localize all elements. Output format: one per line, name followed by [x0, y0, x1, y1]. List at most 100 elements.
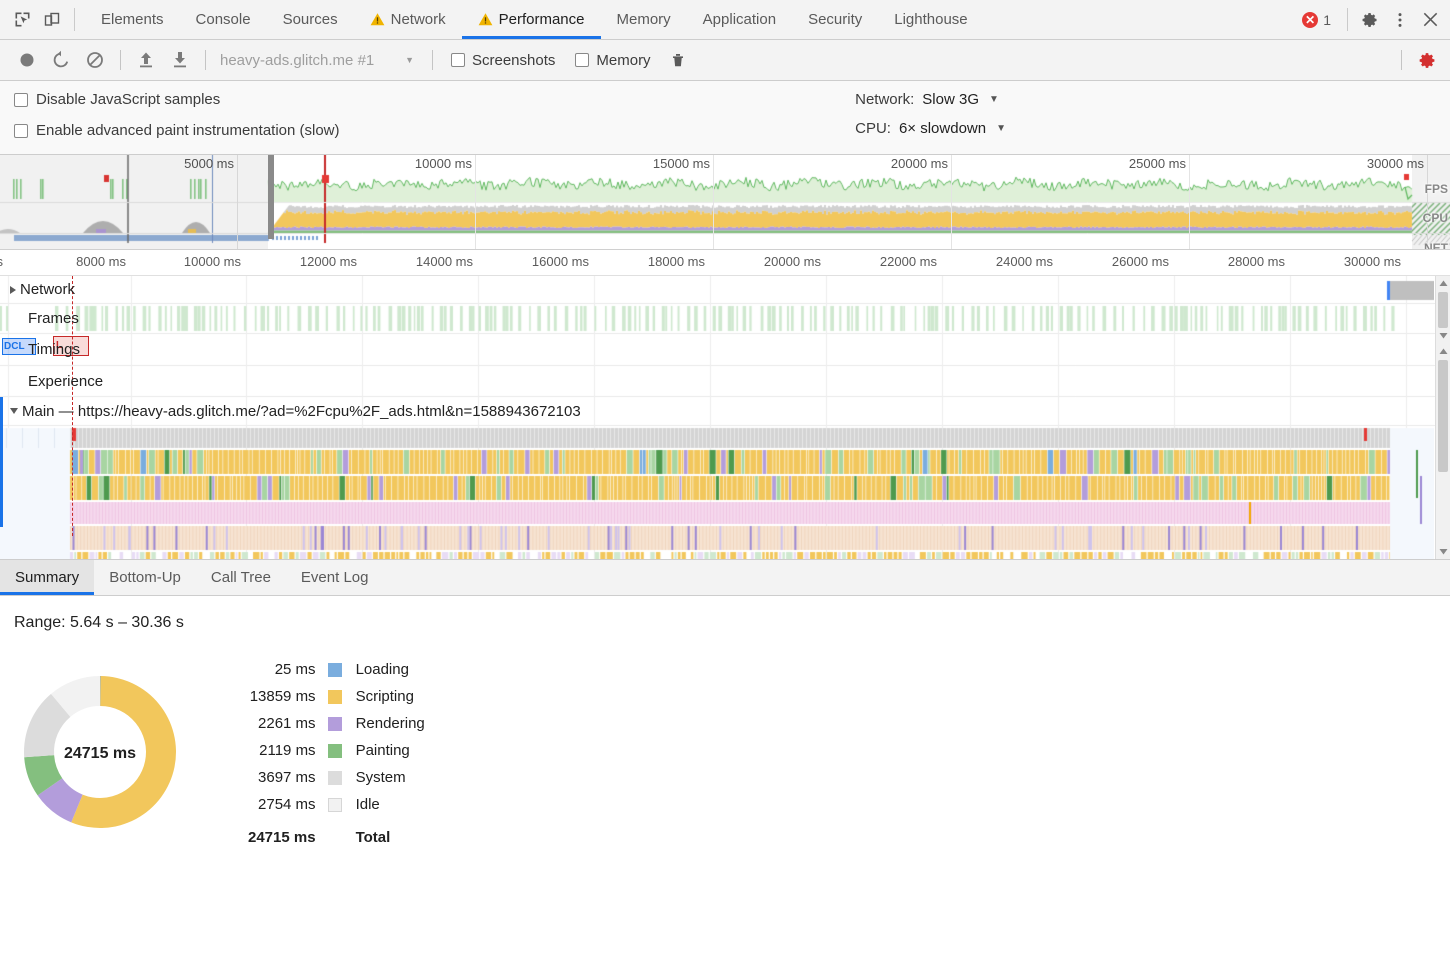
track-experience[interactable]: Experience [0, 366, 1450, 397]
legend-row[interactable]: 25 msLoading [248, 656, 425, 683]
chevron-right-icon[interactable] [10, 286, 16, 294]
tab-network[interactable]: Network [354, 0, 462, 39]
network-throttling-dropdown[interactable]: Slow 3G ▼ [922, 91, 999, 108]
timeline-ruler[interactable]: ms8000 ms10000 ms12000 ms14000 ms16000 m… [0, 250, 1450, 276]
scroll-up-arrow-icon-2[interactable] [1436, 344, 1450, 359]
tab-performance[interactable]: Performance [462, 0, 601, 39]
scrollbar-thumb-main[interactable] [1438, 360, 1448, 472]
screenshots-checkbox[interactable]: Screenshots [451, 52, 555, 69]
devtools-main-tabbar: Elements Console Sources Network Perform… [0, 0, 1450, 40]
session-selector[interactable]: heavy-ads.glitch.me #1 ▼ [214, 52, 424, 69]
overview-tick-label: 20000 ms [891, 156, 948, 171]
overview-window-handle-left[interactable] [268, 155, 274, 239]
timeline-tick-label: 26000 ms [1112, 254, 1169, 269]
flame-chart-area[interactable]: ms8000 ms10000 ms12000 ms14000 ms16000 m… [0, 250, 1450, 560]
kebab-menu-icon[interactable] [1386, 6, 1414, 34]
close-icon[interactable] [1416, 6, 1444, 34]
tab-label: Memory [617, 11, 671, 28]
chevron-down-icon[interactable] [10, 408, 18, 414]
overview-tick: 20000 ms [951, 155, 952, 250]
checkbox-box [14, 93, 28, 107]
warning-triangle-icon [370, 12, 385, 27]
tab-application[interactable]: Application [687, 0, 792, 39]
tab-console[interactable]: Console [180, 0, 267, 39]
timeline-tick: 18000 ms [610, 250, 710, 276]
tab-label: Application [703, 11, 776, 28]
track-title-timings: Timings [0, 334, 80, 365]
timeline-overview[interactable]: 5000 ms10000 ms15000 ms20000 ms25000 ms3… [0, 155, 1450, 250]
paint-instrumentation-checkbox[interactable]: Enable advanced paint instrumentation (s… [14, 122, 340, 139]
load-profile-icon[interactable] [132, 46, 160, 74]
session-label: heavy-ads.glitch.me #1 [220, 52, 374, 69]
track-frames[interactable]: Frames [0, 304, 1450, 334]
track-main[interactable]: Main — https://heavy-ads.glitch.me/?ad=%… [0, 397, 1450, 426]
overview-tick: 10000 ms [475, 155, 476, 250]
track-network[interactable]: Network [0, 276, 1450, 304]
gear-icon[interactable] [1356, 6, 1384, 34]
legend-swatch-cell [328, 764, 356, 791]
capture-settings-gear-icon[interactable] [1413, 46, 1441, 74]
legend-row[interactable]: 2261 msRendering [248, 710, 425, 737]
timeline-tick-label: 24000 ms [996, 254, 1053, 269]
cpu-throttling-dropdown[interactable]: 6× slowdown ▼ [899, 120, 1006, 137]
error-count-badge[interactable]: ✕ 1 [1294, 12, 1339, 28]
overview-lane-net: NET [1424, 241, 1448, 250]
legend-swatch-scripting [328, 690, 342, 704]
donut-center-label: 24715 ms [64, 745, 136, 762]
header-divider [74, 8, 75, 31]
capture-settings-pane: Disable JavaScript samples Enable advanc… [0, 81, 1450, 155]
inspect-cursor-icon[interactable] [8, 6, 36, 34]
track-title-network[interactable]: Network [0, 276, 75, 303]
clear-recording-icon[interactable] [81, 46, 109, 74]
disable-js-samples-checkbox[interactable]: Disable JavaScript samples [14, 91, 340, 108]
save-profile-icon[interactable] [166, 46, 194, 74]
flame-chart-scrollbar[interactable] [1435, 276, 1450, 559]
tab-lighthouse[interactable]: Lighthouse [878, 0, 983, 39]
network-label: Network: [855, 91, 914, 108]
legend-value: 3697 ms [248, 764, 328, 791]
track-timings[interactable]: DCL L Timings [0, 334, 1450, 366]
memory-checkbox[interactable]: Memory [575, 52, 650, 69]
summary-body: 24715 ms 25 msLoading13859 msScripting22… [0, 632, 1450, 851]
tab-label: Elements [101, 11, 164, 28]
trash-icon[interactable] [664, 46, 692, 74]
legend-row[interactable]: 3697 msSystem [248, 764, 425, 791]
track-title-main[interactable]: Main — https://heavy-ads.glitch.me/?ad=%… [0, 397, 581, 425]
legend-row[interactable]: 2754 msIdle [248, 791, 425, 818]
tab-label: Summary [15, 569, 79, 586]
donut-chart-wrapper: 24715 ms [0, 656, 200, 840]
tab-label: Security [808, 11, 862, 28]
summary-donut-chart[interactable]: 24715 ms [12, 664, 188, 840]
record-circle-icon[interactable] [13, 46, 41, 74]
scroll-down-arrow-icon-2[interactable] [1436, 544, 1450, 559]
tab-call-tree[interactable]: Call Tree [196, 560, 286, 595]
reload-record-icon[interactable] [47, 46, 75, 74]
device-toolbar-icon[interactable] [38, 6, 66, 34]
tab-memory[interactable]: Memory [601, 0, 687, 39]
legend-row[interactable]: 13859 msScripting [248, 683, 425, 710]
legend-swatch-cell [328, 656, 356, 683]
track-label: Frames [28, 310, 79, 327]
chevron-down-icon: ▼ [405, 55, 418, 65]
timeline-tick-label: 10000 ms [184, 254, 241, 269]
scroll-up-arrow-icon[interactable] [1436, 276, 1450, 291]
capture-settings-right: Network: Slow 3G ▼ CPU: 6× slowdown ▼ [855, 91, 1436, 142]
tab-label: Network [391, 11, 446, 28]
tab-event-log[interactable]: Event Log [286, 560, 384, 595]
scrollbar-thumb-top[interactable] [1438, 292, 1448, 328]
tab-sources[interactable]: Sources [267, 0, 354, 39]
checkbox-box [14, 124, 28, 138]
warning-triangle-icon [478, 12, 493, 27]
header-right-controls: ✕ 1 [1294, 0, 1450, 39]
toolbar-separator-1 [120, 50, 121, 70]
scroll-down-arrow-icon[interactable] [1436, 328, 1450, 343]
tab-elements[interactable]: Elements [85, 0, 180, 39]
tab-bottom-up[interactable]: Bottom-Up [94, 560, 196, 595]
overview-tick-label: 30000 ms [1367, 156, 1424, 171]
timeline-tick: 26000 ms [1074, 250, 1174, 276]
error-icon: ✕ [1302, 12, 1318, 28]
tab-summary[interactable]: Summary [0, 560, 94, 595]
timeline-tick: 10000 ms [146, 250, 246, 276]
legend-row[interactable]: 2119 msPainting [248, 737, 425, 764]
tab-security[interactable]: Security [792, 0, 878, 39]
